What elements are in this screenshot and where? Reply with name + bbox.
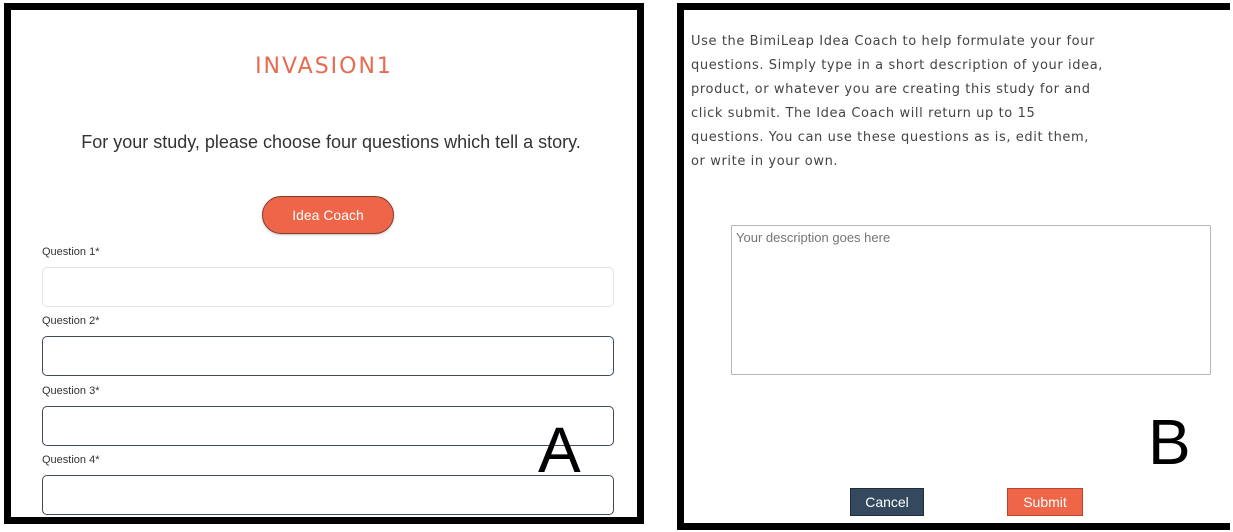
study-questions-panel: INVASION1 For your study, please choose … bbox=[4, 3, 644, 524]
description-textarea[interactable] bbox=[731, 225, 1211, 375]
question-2-input[interactable] bbox=[42, 336, 614, 376]
question-3-label: Question 3* bbox=[42, 385, 100, 397]
submit-button[interactable]: Submit bbox=[1007, 488, 1083, 516]
question-1-label: Question 1* bbox=[42, 246, 100, 258]
idea-coach-panel: Use the BimiLeap Idea Coach to help form… bbox=[677, 3, 1230, 530]
instructions-text: For your study, please choose four quest… bbox=[81, 132, 581, 152]
question-1-input[interactable] bbox=[42, 267, 614, 307]
cancel-button[interactable]: Cancel bbox=[850, 488, 924, 516]
question-2-label: Question 2* bbox=[42, 315, 100, 327]
panel-marker-b: B bbox=[1148, 406, 1191, 478]
question-4-input[interactable] bbox=[42, 475, 614, 515]
idea-coach-button[interactable]: Idea Coach bbox=[262, 196, 394, 234]
idea-coach-instructions: Use the BimiLeap Idea Coach to help form… bbox=[691, 34, 1104, 169]
panel-marker-a: A bbox=[538, 414, 581, 486]
study-title: INVASION1 bbox=[255, 54, 393, 79]
question-4-label: Question 4* bbox=[42, 454, 100, 466]
question-3-input[interactable] bbox=[42, 406, 614, 446]
